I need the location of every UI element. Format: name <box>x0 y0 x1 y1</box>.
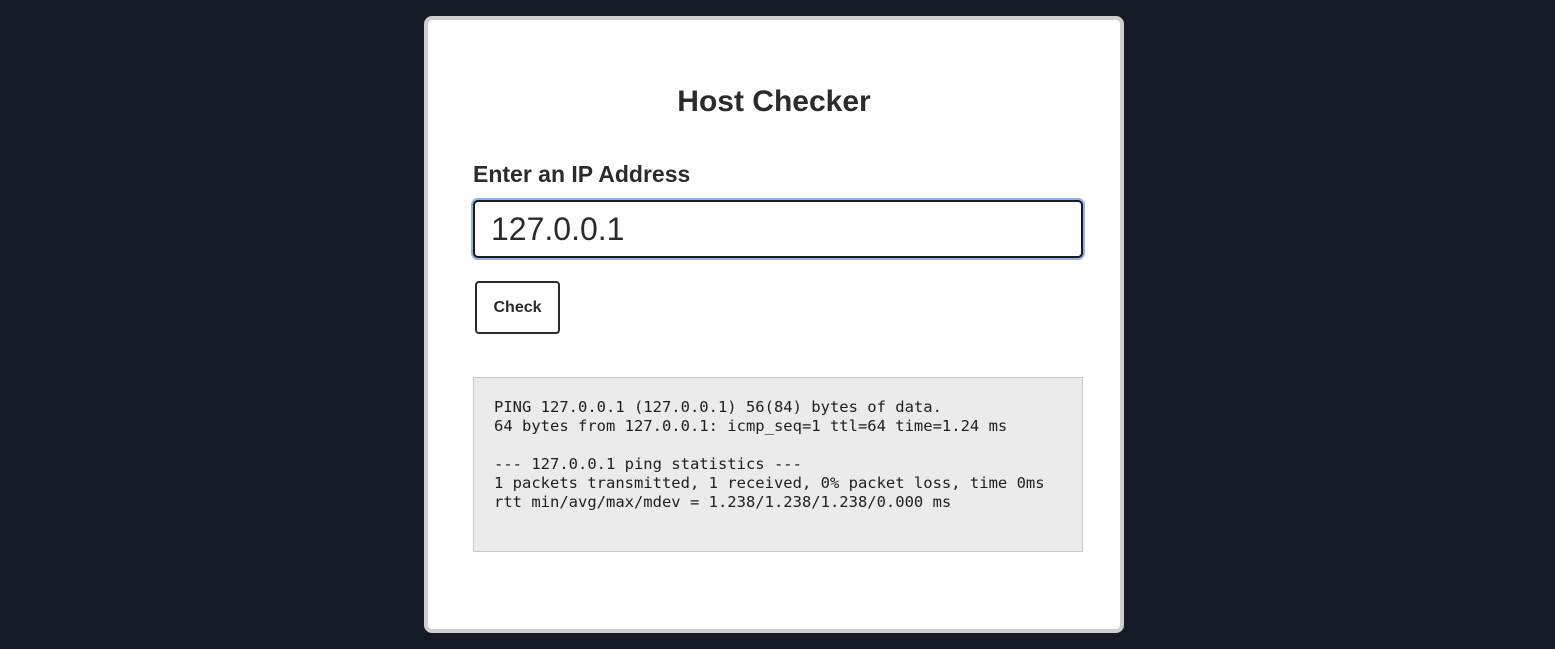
ping-output: PING 127.0.0.1 (127.0.0.1) 56(84) bytes … <box>473 377 1083 552</box>
page-title: Host Checker <box>677 85 871 118</box>
ip-address-label: Enter an IP Address <box>473 161 691 187</box>
check-button[interactable]: Check <box>475 281 560 334</box>
host-checker-card: Host Checker Enter an IP Address Check P… <box>424 16 1124 633</box>
ip-address-input[interactable] <box>473 200 1083 258</box>
